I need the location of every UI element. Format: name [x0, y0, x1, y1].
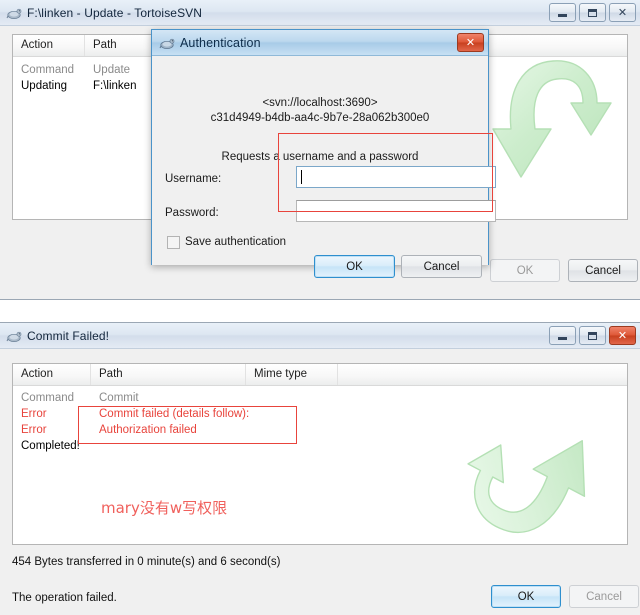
authentication-dialog: Authentication ✕ <svn://localhost:3690> …: [151, 29, 496, 278]
commit-window-controls: ✕: [549, 326, 636, 345]
screenshot-root: F:\linken - Update - TortoiseSVN ✕ Actio…: [0, 0, 640, 615]
maximize-button[interactable]: [579, 3, 606, 22]
save-authentication-label: Save authentication: [185, 236, 287, 248]
cell-action: Command: [21, 64, 75, 76]
username-input[interactable]: [296, 166, 496, 188]
table-row[interactable]: Completed!: [13, 438, 627, 454]
commit-cancel-button[interactable]: Cancel: [569, 585, 639, 608]
table-row[interactable]: Error Authorization failed: [13, 422, 627, 438]
password-label: Password:: [165, 207, 219, 219]
cell-action: Error: [21, 424, 47, 436]
auth-cancel-button[interactable]: Cancel: [401, 255, 482, 278]
cell-path: Commit: [99, 392, 139, 404]
close-button[interactable]: ✕: [609, 326, 636, 345]
username-label: Username:: [165, 173, 222, 185]
column-header-mime[interactable]: Mime type: [246, 364, 338, 385]
window-separator: [0, 300, 640, 322]
cell-action: Error: [21, 408, 47, 420]
column-header-action[interactable]: Action: [13, 364, 91, 385]
close-icon[interactable]: ✕: [457, 33, 484, 52]
commit-log-header: Action Path Mime type: [13, 364, 627, 386]
table-row[interactable]: Command Commit: [13, 390, 627, 406]
text-caret: [301, 170, 302, 184]
update-cancel-button[interactable]: Cancel: [568, 259, 638, 282]
authentication-dialog-controls: ✕: [457, 33, 484, 52]
realm-uuid: c31d4949-b4db-aa4c-9b7e-28a062b300e0: [210, 112, 430, 124]
close-button[interactable]: ✕: [609, 3, 636, 22]
commit-log-rows: Command Commit Error Commit failed (deta…: [13, 386, 627, 454]
auth-prompt: Requests a username and a password: [221, 151, 419, 163]
update-window-controls: ✕: [549, 3, 636, 22]
annotation-line-1: mary没有w写权限: [101, 499, 228, 517]
table-row[interactable]: Error Commit failed (details follow):: [13, 406, 627, 422]
update-window-titlebar: F:\linken - Update - TortoiseSVN ✕: [0, 0, 640, 26]
commit-window-title: Commit Failed!: [27, 328, 110, 343]
minimize-button[interactable]: [549, 326, 576, 345]
update-ok-button[interactable]: OK: [490, 259, 560, 282]
cell-action: Updating: [21, 80, 68, 92]
tortoisesvn-icon: [6, 5, 22, 21]
update-window-title: F:\linken - Update - TortoiseSVN: [27, 5, 203, 20]
commit-window-titlebar: Commit Failed! ✕: [0, 323, 640, 349]
cell-path: Commit failed (details follow):: [99, 408, 250, 420]
column-header-path[interactable]: Path: [91, 364, 246, 385]
cell-path: Authorization failed: [99, 424, 197, 436]
column-header-spacer: [338, 364, 627, 385]
authentication-dialog-titlebar: Authentication ✕: [152, 30, 488, 56]
authentication-dialog-title: Authentication: [180, 35, 261, 50]
tortoisesvn-icon: [159, 35, 175, 51]
transfer-status-text: 454 Bytes transferred in 0 minute(s) and…: [12, 556, 281, 568]
maximize-button[interactable]: [579, 326, 606, 345]
realm-url: <svn://localhost:3690>: [262, 97, 378, 109]
commit-failed-window: Commit Failed! ✕ Action Path Mime type C…: [0, 322, 640, 615]
cell-action: Command: [21, 392, 75, 404]
auth-ok-button[interactable]: OK: [314, 255, 395, 278]
authentication-dialog-body: <svn://localhost:3690> c31d4949-b4db-aa4…: [152, 56, 496, 278]
password-input[interactable]: [296, 200, 496, 222]
commit-log-list[interactable]: Action Path Mime type Command Commit Err…: [12, 363, 628, 545]
tortoisesvn-icon: [6, 328, 22, 344]
column-header-action[interactable]: Action: [13, 35, 85, 56]
cell-action: Completed!: [21, 440, 80, 452]
minimize-button[interactable]: [549, 3, 576, 22]
save-authentication-checkbox[interactable]: [167, 236, 180, 249]
chinese-annotation: mary没有w写权限 因此commit提交失败 权限认证失败: [101, 453, 248, 544]
commit-ok-button[interactable]: OK: [491, 585, 561, 608]
operation-status-text: The operation failed.: [12, 592, 117, 604]
